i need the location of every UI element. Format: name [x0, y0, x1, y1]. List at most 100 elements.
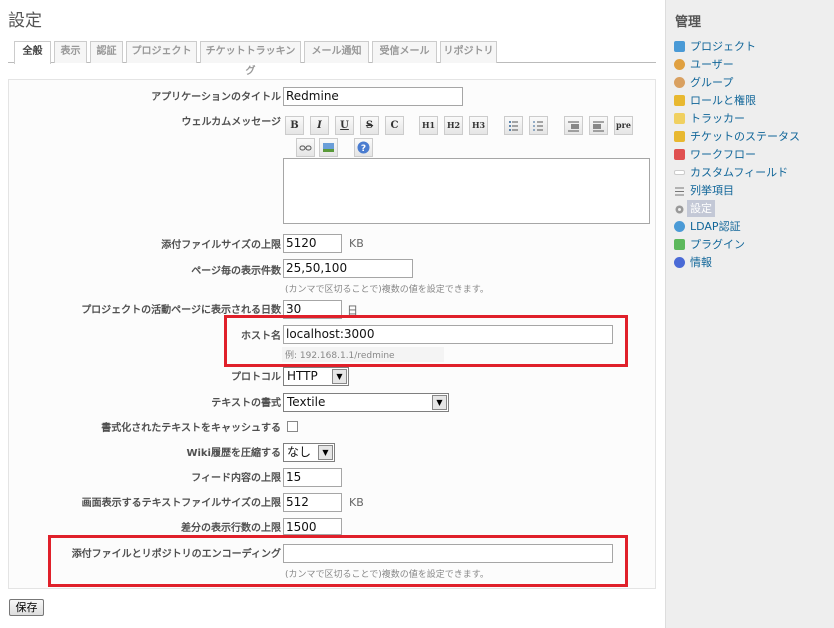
sidebar-item-ldap[interactable]: LDAP認証: [671, 218, 831, 235]
file-max-size-label: 画面表示するテキストファイルサイズの上限: [81, 498, 281, 509]
heading3-button[interactable]: H3: [469, 116, 488, 135]
file-max-size-unit: KB: [349, 496, 364, 509]
sidebar-title: 管理: [675, 15, 702, 30]
image-icon[interactable]: [319, 138, 338, 157]
sidebar-item-label: チケットのステータス: [690, 130, 800, 143]
tab-incoming-emails[interactable]: 受信メール: [372, 41, 437, 63]
sidebar-item-plugins[interactable]: プラグイン: [671, 236, 831, 253]
file-max-size-input[interactable]: 512: [283, 493, 342, 512]
attachment-size-label: 添付ファイルサイズの上限: [161, 240, 281, 251]
app-title-label: アプリケーションのタイトル: [151, 92, 281, 103]
group-icon: [674, 77, 685, 88]
welcome-textarea[interactable]: [283, 158, 650, 224]
sidebar-item-label: 情報: [690, 256, 712, 269]
quote-icon[interactable]: [564, 116, 583, 135]
plugin-icon: [674, 239, 685, 250]
app-title-input[interactable]: Redmine: [283, 87, 463, 106]
tab-bar: 全般 表示 認証 プロジェクト チケットトラッキング メール通知 受信メール リ…: [8, 41, 656, 77]
sidebar-item-settings[interactable]: 設定: [671, 200, 831, 217]
per-page-hint: (カンマで区切ることで)複数の値を設定できます。: [285, 285, 489, 295]
wiki-compress-select[interactable]: なし ▼: [283, 443, 335, 462]
activity-days-label: プロジェクトの活動ページに表示される日数: [81, 305, 281, 316]
workflow-icon: [674, 149, 685, 160]
sidebar-item-label: ワークフロー: [690, 148, 756, 161]
page-title: 設定: [8, 11, 42, 31]
ticket-icon: [674, 113, 685, 124]
sidebar-item-projects[interactable]: プロジェクト: [671, 38, 831, 55]
sidebar: 管理 プロジェクト ユーザー グループ ロールと権限 トラッカー チケットのステ…: [665, 0, 834, 628]
info-icon: [674, 257, 685, 268]
projects-icon: [674, 41, 685, 52]
diff-lines-input[interactable]: 1500: [283, 518, 342, 535]
sidebar-item-label: プラグイン: [690, 238, 745, 251]
sidebar-item-label: 列挙項目: [690, 184, 734, 197]
sidebar-item-label: 設定: [687, 200, 715, 217]
pre-button[interactable]: pre: [614, 116, 633, 135]
sidebar-item-groups[interactable]: グループ: [671, 74, 831, 91]
unquote-icon[interactable]: [589, 116, 608, 135]
sidebar-item-label: カスタムフィールド: [690, 166, 789, 179]
attachment-size-input[interactable]: 5120: [283, 234, 342, 253]
wiki-compress-label: Wiki履歴を圧縮する: [186, 448, 281, 459]
underline-button[interactable]: U: [335, 116, 354, 135]
heading1-button[interactable]: H1: [419, 116, 438, 135]
sidebar-item-roles[interactable]: ロールと権限: [671, 92, 831, 109]
per-page-input[interactable]: 25,50,100: [283, 259, 413, 278]
sidebar-item-custom-fields[interactable]: カスタムフィールド: [671, 164, 831, 181]
sidebar-item-issue-statuses[interactable]: チケットのステータス: [671, 128, 831, 145]
cache-checkbox[interactable]: [287, 421, 298, 432]
chevron-down-icon: ▼: [332, 369, 347, 384]
sidebar-item-label: トラッカー: [690, 112, 745, 125]
code-button[interactable]: C: [385, 116, 404, 135]
text-format-label: テキストの書式: [211, 398, 281, 409]
sidebar-item-info[interactable]: 情報: [671, 254, 831, 271]
unordered-list-icon[interactable]: [504, 116, 523, 135]
custom-field-icon: [674, 170, 685, 175]
tab-repositories[interactable]: リポジトリ: [440, 41, 497, 63]
highlight-host-name: [224, 315, 628, 367]
italic-button[interactable]: I: [310, 116, 329, 135]
sidebar-item-label: グループ: [690, 76, 734, 89]
heading2-button[interactable]: H2: [444, 116, 463, 135]
per-page-label: ページ毎の表示件数: [191, 266, 281, 277]
sidebar-item-label: プロジェクト: [690, 40, 756, 53]
diff-lines-label: 差分の表示行数の上限: [181, 523, 281, 534]
ordered-list-icon[interactable]: [529, 116, 548, 135]
sidebar-item-trackers[interactable]: トラッカー: [671, 110, 831, 127]
tab-issue-tracking[interactable]: チケットトラッキング: [200, 41, 301, 77]
tab-general[interactable]: 全般: [14, 41, 51, 64]
tab-authentication[interactable]: 認証: [90, 41, 123, 63]
strike-button[interactable]: S: [360, 116, 379, 135]
tab-display[interactable]: 表示: [54, 41, 87, 63]
status-icon: [674, 131, 685, 142]
key-icon: [674, 95, 685, 106]
feed-limit-input[interactable]: 15: [283, 468, 342, 487]
attachment-size-unit: KB: [349, 237, 364, 250]
protocol-label: プロトコル: [231, 372, 281, 383]
highlight-encoding: [48, 535, 628, 587]
sidebar-item-workflow[interactable]: ワークフロー: [671, 146, 831, 163]
link-icon[interactable]: [296, 138, 315, 157]
settings-icon: [674, 203, 685, 214]
help-icon[interactable]: ?: [354, 138, 373, 157]
sidebar-item-label: LDAP認証: [690, 220, 741, 233]
bold-button[interactable]: B: [285, 116, 304, 135]
sidebar-item-label: ユーザー: [690, 58, 734, 71]
sidebar-item-enumerations[interactable]: 列挙項目: [671, 182, 831, 199]
protocol-select[interactable]: HTTP ▼: [283, 367, 349, 386]
chevron-down-icon: ▼: [432, 395, 447, 410]
svg-text:?: ?: [361, 144, 366, 154]
save-button[interactable]: 保存: [9, 599, 44, 616]
text-format-value: Textile: [287, 395, 326, 409]
cache-label: 書式化されたテキストをキャッシュする: [101, 423, 281, 434]
ldap-icon: [674, 221, 685, 232]
sidebar-item-users[interactable]: ユーザー: [671, 56, 831, 73]
feed-limit-label: フィード内容の上限: [191, 473, 281, 484]
wiki-compress-value: なし: [287, 445, 312, 459]
tab-email-notifications[interactable]: メール通知: [304, 41, 369, 63]
list-icon: [674, 185, 685, 196]
text-format-select[interactable]: Textile ▼: [283, 393, 449, 412]
user-icon: [674, 59, 685, 70]
tab-projects[interactable]: プロジェクト: [126, 41, 197, 63]
chevron-down-icon: ▼: [318, 445, 333, 460]
